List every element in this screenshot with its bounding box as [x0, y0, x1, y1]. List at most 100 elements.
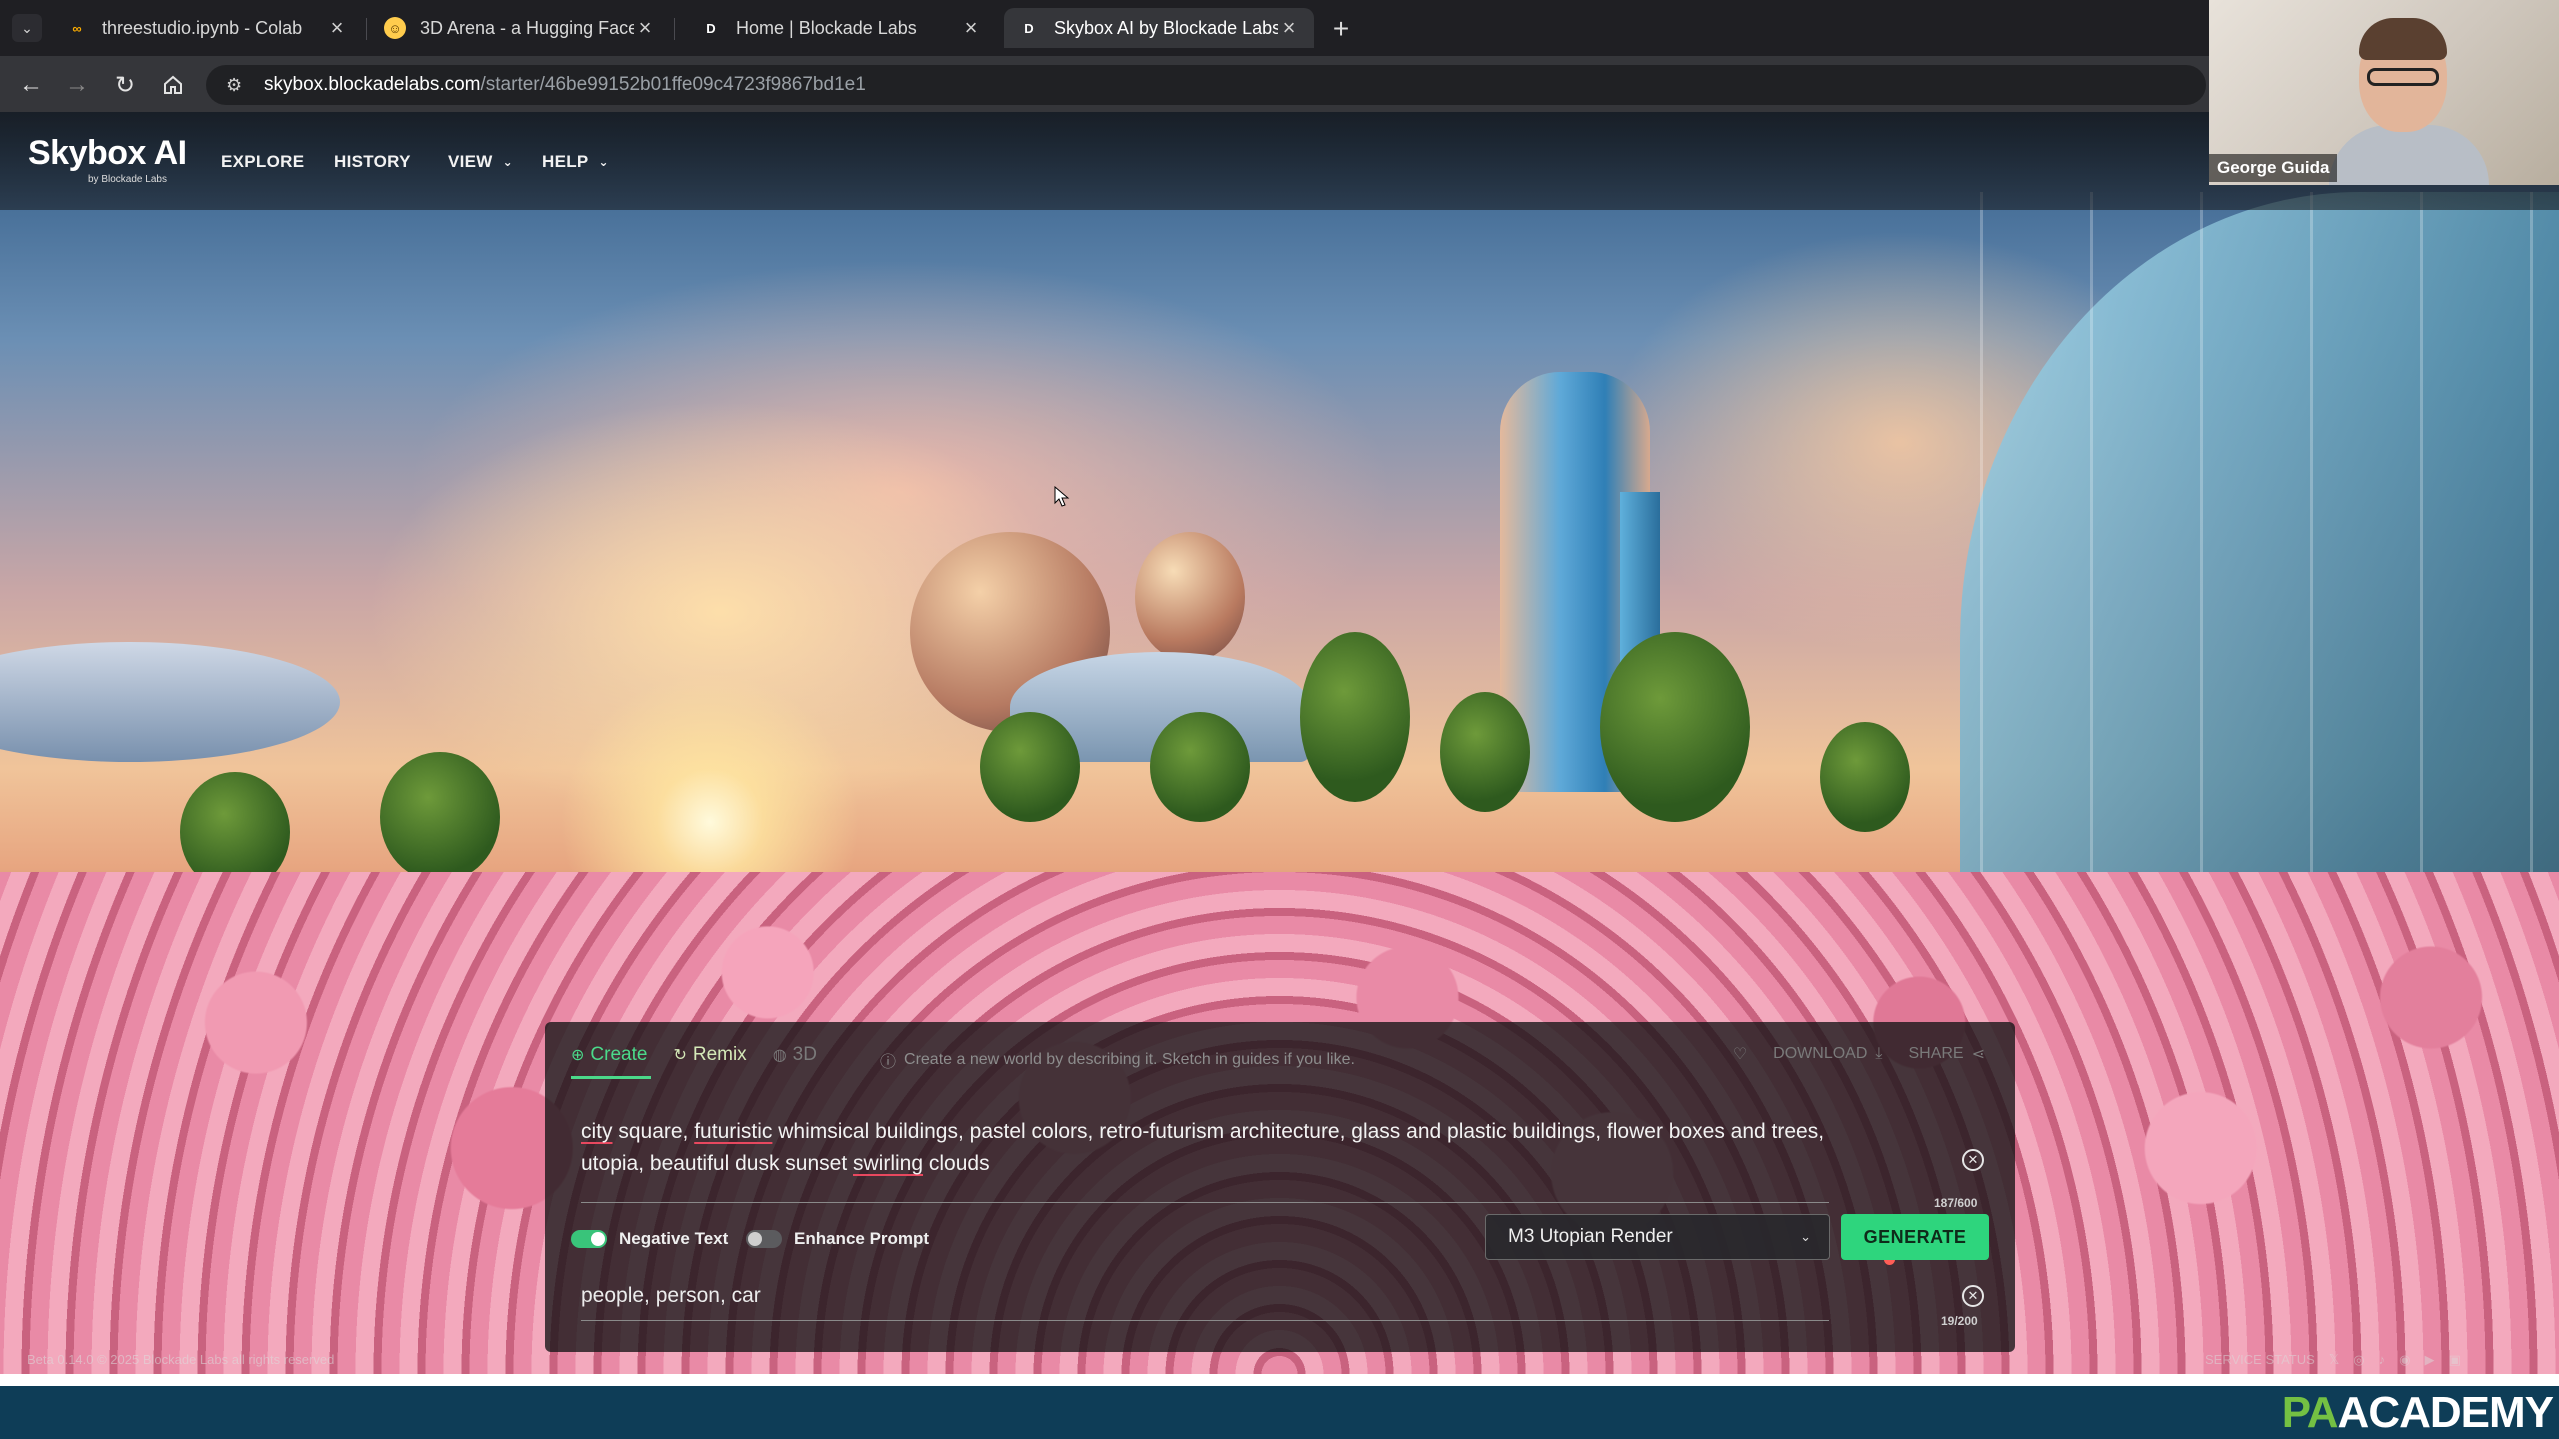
home-button[interactable] — [156, 68, 190, 102]
negative-underline — [581, 1320, 1829, 1321]
tree — [1820, 722, 1910, 832]
brand-academy: ACADEMY — [2337, 1387, 2554, 1437]
info-icon: ⓘ — [880, 1054, 897, 1071]
toggle-switch[interactable] — [571, 1230, 607, 1248]
active-tab-indicator — [571, 1076, 651, 1079]
service-status-link[interactable]: SERVICE STATUS — [2205, 1352, 2315, 1368]
prompt-textarea[interactable]: city square, futuristic whimsical buildi… — [581, 1116, 1881, 1180]
skybox-viewport[interactable]: Skybox AI by Blockade Labs EXPLORE HISTO… — [0, 112, 2559, 1374]
presenter-body — [2329, 125, 2489, 185]
forward-button[interactable]: → — [60, 68, 94, 102]
prompt-underline — [581, 1202, 1829, 1203]
tab-title: Home | Blockade Labs — [736, 17, 917, 38]
arrow-left-icon: ← — [19, 71, 43, 98]
nav-label: HELP — [542, 152, 589, 171]
download-button[interactable]: DOWNLOAD ⤓ — [1773, 1045, 1882, 1063]
footer-copyright: Beta 0.14.0 © 2025 Blockade Labs all rig… — [27, 1352, 335, 1367]
back-button[interactable]: ← — [14, 68, 48, 102]
model-value: M3 Utopian Render — [1508, 1226, 1673, 1247]
misspelled-word: swirling — [853, 1152, 924, 1175]
misspelled-word: futuristic — [694, 1120, 773, 1143]
linkedin-icon[interactable]: ▣ — [2448, 1352, 2460, 1368]
negative-text-input[interactable]: people, person, car — [581, 1284, 761, 1308]
toggle-label: Negative Text — [619, 1229, 729, 1248]
skybox-logo[interactable]: Skybox AI by Blockade Labs — [28, 134, 187, 185]
close-icon: ✕ — [1967, 1288, 1979, 1303]
prompt-fragment: clouds — [923, 1152, 990, 1175]
share-icon: ⋖ — [1971, 1046, 1985, 1063]
tab-label: Remix — [692, 1044, 747, 1065]
close-icon[interactable]: × — [1278, 15, 1300, 41]
tab-search-button[interactable]: ⌄ — [12, 14, 42, 42]
logo-text: Skybox AI — [28, 134, 187, 172]
reload-icon: ↻ — [114, 71, 136, 99]
nav-label: HISTORY — [334, 152, 411, 171]
clear-negative-button[interactable]: ✕ — [1962, 1285, 1984, 1307]
browser-toolbar: ← → ↻ ⚙ skybox.blockadelabs.com/starter/… — [0, 56, 2559, 112]
prompt-fragment: square, — [612, 1120, 695, 1143]
discord-icon[interactable]: ◉ — [2399, 1352, 2410, 1368]
youtube-icon[interactable]: ▶ — [2424, 1352, 2434, 1368]
nav-view[interactable]: VIEW ⌄ — [448, 152, 513, 172]
generate-button[interactable]: GENERATE — [1841, 1214, 1989, 1260]
nav-label: VIEW — [448, 152, 493, 171]
arrow-right-icon: → — [65, 71, 89, 98]
site-info-icon[interactable]: ⚙ — [226, 75, 250, 96]
tree — [1440, 692, 1530, 812]
plus-icon: + — [1332, 13, 1350, 44]
chevron-down-icon: ⌄ — [598, 155, 609, 169]
browser-tab-hugging-face[interactable]: ☺ 3D Arena - a Hugging Face Sp × — [370, 8, 670, 48]
saucer-building — [0, 642, 340, 762]
blockade-icon: D — [706, 20, 716, 36]
cube-icon: ◍ — [772, 1047, 787, 1064]
tiktok-icon[interactable]: ♪ — [2379, 1352, 2386, 1368]
reload-button[interactable]: ↻ — [108, 68, 142, 102]
instagram-icon[interactable]: ◎ — [2353, 1352, 2364, 1368]
colab-icon: ∞ — [72, 20, 82, 36]
presenter-name: George Guida — [2209, 154, 2338, 182]
favorite-button[interactable]: ♡ — [1733, 1044, 1747, 1064]
toggle-label: Enhance Prompt — [794, 1229, 930, 1248]
new-tab-button[interactable]: + — [1324, 12, 1358, 46]
tab-create[interactable]: ⊕ Create — [571, 1044, 647, 1066]
tab-remix[interactable]: ↻ Remix — [673, 1044, 746, 1066]
presenter-glasses — [2367, 68, 2439, 86]
tab-title: Skybox AI by Blockade Labs — [1054, 17, 1278, 38]
panel-actions: ♡ DOWNLOAD ⤓ SHARE ⋖ — [1707, 1044, 1985, 1064]
nav-help[interactable]: HELP ⌄ — [542, 152, 609, 172]
enhance-prompt-toggle[interactable]: Enhance Prompt — [746, 1229, 929, 1249]
misspelled-word: city — [581, 1120, 613, 1143]
close-icon[interactable]: × — [326, 15, 348, 41]
share-label: SHARE — [1908, 1045, 1964, 1062]
share-button[interactable]: SHARE ⋖ — [1908, 1044, 1985, 1064]
tree — [380, 752, 500, 882]
browser-tab-colab[interactable]: ∞ threestudio.ipynb - Colab × — [52, 8, 362, 48]
clear-prompt-button[interactable]: ✕ — [1962, 1149, 1984, 1171]
address-bar[interactable]: ⚙ skybox.blockadelabs.com/starter/46be99… — [206, 65, 2206, 105]
url-host: skybox.blockadelabs.com — [264, 74, 481, 95]
close-icon[interactable]: × — [960, 15, 982, 41]
tab-3d[interactable]: ◍ 3D — [773, 1044, 817, 1066]
brand-pa: PA — [2281, 1387, 2339, 1437]
x-icon[interactable]: 𝕏 — [2329, 1352, 2339, 1368]
model-select[interactable]: M3 Utopian Render ⌄ — [1485, 1214, 1830, 1260]
pa-academy-logo: PA ACADEMY — [2281, 1386, 2554, 1439]
webcam-overlay: George Guida — [2209, 0, 2559, 185]
browser-tab-blockade-home[interactable]: D Home | Blockade Labs × — [686, 8, 996, 48]
close-icon[interactable]: × — [634, 15, 656, 41]
nav-history[interactable]: HISTORY — [334, 152, 411, 172]
negative-text-toggle[interactable]: Negative Text — [571, 1229, 728, 1249]
browser-tab-skybox[interactable]: D Skybox AI by Blockade Labs × — [1004, 8, 1314, 48]
site-header: Skybox AI by Blockade Labs EXPLORE HISTO… — [0, 112, 2559, 210]
mode-tabs: ⊕ Create ↻ Remix ◍ 3D — [571, 1044, 843, 1066]
blockade-icon: D — [1024, 20, 1034, 36]
nav-explore[interactable]: EXPLORE — [221, 152, 304, 172]
chevron-down-icon: ⌄ — [502, 155, 514, 169]
toggle-switch[interactable] — [746, 1230, 782, 1248]
tab-title: threestudio.ipynb - Colab — [102, 17, 303, 38]
tab-label: Create — [590, 1044, 648, 1065]
download-label: DOWNLOAD — [1773, 1045, 1868, 1062]
download-icon: ⤓ — [1875, 1045, 1883, 1062]
browser-tab-strip: ⌄ ∞ threestudio.ipynb - Colab × ☺ 3D Are… — [0, 0, 2559, 56]
panel-hint: ⓘ Create a new world by describing it. Sk… — [880, 1048, 1355, 1072]
